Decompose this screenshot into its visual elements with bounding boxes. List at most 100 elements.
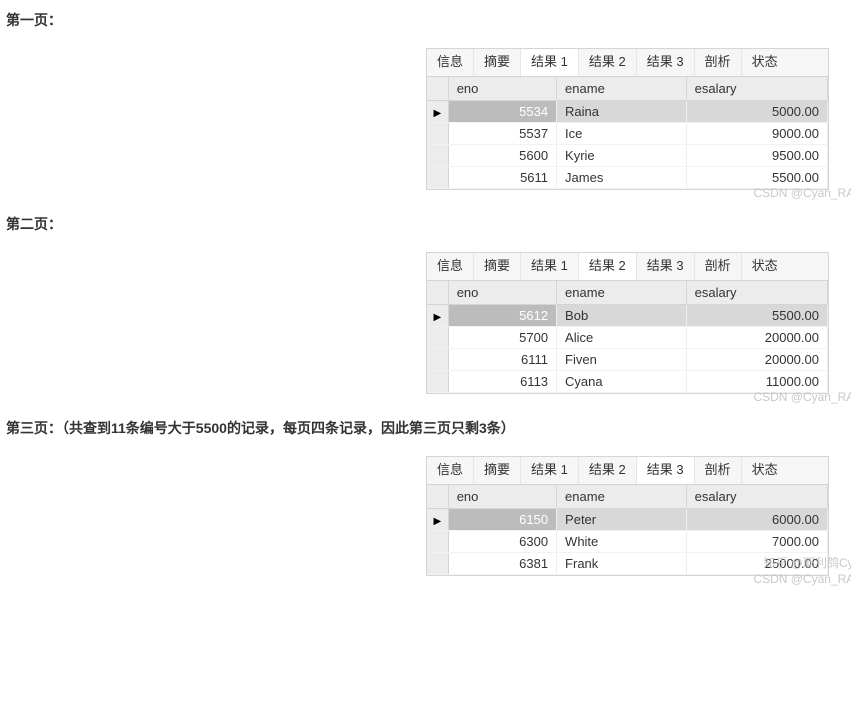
heading-page2: 第二页：: [6, 214, 851, 234]
section-page3: 第三页：（共查到11条编号大于5500的记录，每页四条记录，因此第三页只剩3条）…: [6, 418, 851, 576]
table-header: eno ename esalary: [427, 281, 828, 305]
cell-esalary: 20000.00: [686, 349, 827, 371]
cell-eno: 6300: [448, 531, 556, 553]
col-header-eno[interactable]: eno: [448, 485, 556, 509]
table-row[interactable]: 6300 White 7000.00: [427, 531, 828, 553]
cell-ename: Raina: [557, 101, 687, 123]
tab-status[interactable]: 状态: [742, 49, 788, 76]
row-marker: [427, 553, 448, 575]
panel-page3: 信息 摘要 结果 1 结果 2 结果 3 剖析 状态 eno ename esa…: [426, 456, 829, 576]
row-marker: [427, 167, 448, 189]
tab-summary[interactable]: 摘要: [474, 253, 521, 280]
cell-ename: Frank: [557, 553, 687, 575]
panel-page2: 信息 摘要 结果 1 结果 2 结果 3 剖析 状态 eno ename esa…: [426, 252, 829, 394]
cell-esalary: 6000.00: [686, 509, 827, 531]
cell-ename: Kyrie: [557, 145, 687, 167]
cell-esalary: 7000.00: [686, 531, 827, 553]
table-row[interactable]: ▶ 6150 Peter 6000.00: [427, 509, 828, 531]
tab-result1[interactable]: 结果 1: [521, 48, 579, 76]
cell-eno: 5611: [448, 167, 556, 189]
col-header-ename[interactable]: ename: [557, 77, 687, 101]
cell-ename: Alice: [557, 327, 687, 349]
tab-summary[interactable]: 摘要: [474, 457, 521, 484]
table-row[interactable]: 5700 Alice 20000.00: [427, 327, 828, 349]
tab-result2[interactable]: 结果 2: [579, 252, 637, 280]
cell-eno: 5534: [448, 101, 556, 123]
tab-status[interactable]: 状态: [742, 253, 788, 280]
table-row[interactable]: ▶ 5612 Bob 5500.00: [427, 305, 828, 327]
tab-result3[interactable]: 结果 3: [637, 49, 695, 76]
tab-parse[interactable]: 剖析: [695, 49, 742, 76]
panel-page1: 信息 摘要 结果 1 结果 2 结果 3 剖析 状态 eno ename esa…: [426, 48, 829, 190]
cell-ename: Fiven: [557, 349, 687, 371]
table-row[interactable]: 6381 Frank 25000.00: [427, 553, 828, 575]
cell-ename: Cyana: [557, 371, 687, 393]
table-row[interactable]: 5611 James 5500.00: [427, 167, 828, 189]
tab-info[interactable]: 信息: [427, 253, 474, 280]
table-row[interactable]: 5600 Kyrie 9500.00: [427, 145, 828, 167]
table-row[interactable]: 6113 Cyana 11000.00: [427, 371, 828, 393]
grid-page3: eno ename esalary ▶ 6150 Peter 6000.00 6…: [426, 484, 829, 576]
tab-result1[interactable]: 结果 1: [521, 253, 579, 280]
col-header-esalary[interactable]: esalary: [686, 281, 827, 305]
table-row[interactable]: ▶ 5534 Raina 5000.00: [427, 101, 828, 123]
cell-eno: 6381: [448, 553, 556, 575]
tab-result2[interactable]: 结果 2: [579, 49, 637, 76]
cell-esalary: 5000.00: [686, 101, 827, 123]
row-marker: [427, 145, 448, 167]
cell-eno: 5537: [448, 123, 556, 145]
cell-eno: 5700: [448, 327, 556, 349]
col-header-esalary[interactable]: esalary: [686, 485, 827, 509]
heading-page1: 第一页：: [6, 10, 851, 30]
tab-status[interactable]: 状态: [742, 457, 788, 484]
cell-ename: James: [557, 167, 687, 189]
tab-result3[interactable]: 结果 3: [637, 456, 695, 484]
table-header: eno ename esalary: [427, 485, 828, 509]
cell-ename: Bob: [557, 305, 687, 327]
col-header-eno[interactable]: eno: [448, 77, 556, 101]
cell-eno: 5612: [448, 305, 556, 327]
row-pointer-icon: ▶: [427, 101, 448, 123]
table-row[interactable]: 6111 Fiven 20000.00: [427, 349, 828, 371]
tab-parse[interactable]: 剖析: [695, 253, 742, 280]
row-marker-header: [427, 77, 448, 101]
row-pointer-icon: ▶: [427, 509, 448, 531]
grid-page2: eno ename esalary ▶ 5612 Bob 5500.00 570…: [426, 280, 829, 394]
row-marker: [427, 327, 448, 349]
cell-eno: 6111: [448, 349, 556, 371]
tab-result2[interactable]: 结果 2: [579, 457, 637, 484]
cell-esalary: 9000.00: [686, 123, 827, 145]
cell-eno: 6113: [448, 371, 556, 393]
cell-esalary: 11000.00: [686, 371, 827, 393]
row-marker: [427, 371, 448, 393]
col-header-ename[interactable]: ename: [557, 485, 687, 509]
table-row[interactable]: 5537 Ice 9000.00: [427, 123, 828, 145]
cell-esalary: 25000.00: [686, 553, 827, 575]
row-pointer-icon: ▶: [427, 305, 448, 327]
tabs-page1: 信息 摘要 结果 1 结果 2 结果 3 剖析 状态: [426, 48, 829, 76]
col-header-ename[interactable]: ename: [557, 281, 687, 305]
col-header-esalary[interactable]: esalary: [686, 77, 827, 101]
grid-page1: eno ename esalary ▶ 5534 Raina 5000.00 5…: [426, 76, 829, 190]
cell-ename: White: [557, 531, 687, 553]
tab-info[interactable]: 信息: [427, 457, 474, 484]
row-marker-header: [427, 485, 448, 509]
tabs-page2: 信息 摘要 结果 1 结果 2 结果 3 剖析 状态: [426, 252, 829, 280]
cell-esalary: 5500.00: [686, 167, 827, 189]
tab-summary[interactable]: 摘要: [474, 49, 521, 76]
row-marker: [427, 123, 448, 145]
cell-ename: Peter: [557, 509, 687, 531]
cell-ename: Ice: [557, 123, 687, 145]
tab-parse[interactable]: 剖析: [695, 457, 742, 484]
cell-esalary: 20000.00: [686, 327, 827, 349]
tab-result3[interactable]: 结果 3: [637, 253, 695, 280]
col-header-eno[interactable]: eno: [448, 281, 556, 305]
section-page2: 第二页： 信息 摘要 结果 1 结果 2 结果 3 剖析 状态 eno enam…: [6, 214, 851, 394]
tabs-page3: 信息 摘要 结果 1 结果 2 结果 3 剖析 状态: [426, 456, 829, 484]
row-marker: [427, 531, 448, 553]
cell-eno: 6150: [448, 509, 556, 531]
tab-result1[interactable]: 结果 1: [521, 457, 579, 484]
tab-info[interactable]: 信息: [427, 49, 474, 76]
cell-esalary: 5500.00: [686, 305, 827, 327]
cell-esalary: 9500.00: [686, 145, 827, 167]
